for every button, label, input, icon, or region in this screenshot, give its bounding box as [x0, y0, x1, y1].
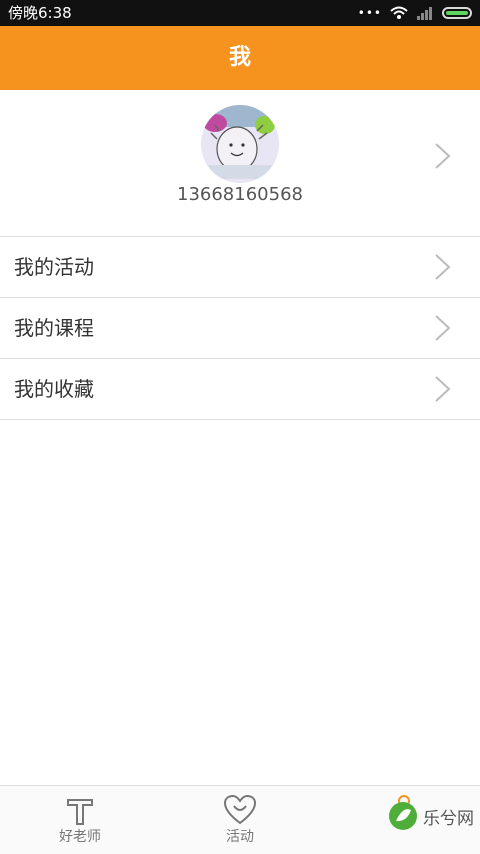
status-bar: 傍晚6:38 •••: [0, 0, 480, 26]
tab-good-teacher[interactable]: 好老师: [0, 786, 160, 854]
menu-list: 我的活动 我的课程 我的收藏: [0, 237, 480, 420]
chevron-right-icon: [435, 143, 451, 169]
avatar[interactable]: [201, 105, 279, 183]
menu-item-label: 我的课程: [14, 316, 94, 340]
status-time: 傍晚6:38: [8, 4, 72, 22]
menu-item-my-activities[interactable]: 我的活动: [0, 237, 480, 298]
profile-row[interactable]: 13668160568: [0, 90, 480, 237]
chevron-right-icon: [435, 376, 451, 402]
avatar-image: [201, 105, 279, 183]
battery-icon: [442, 7, 472, 19]
menu-item-label: 我的活动: [14, 255, 94, 279]
menu-item-label: 我的收藏: [14, 377, 94, 401]
notification-dots-icon: •••: [357, 6, 382, 20]
chevron-right-icon: [435, 254, 451, 280]
heart-icon: [223, 794, 257, 825]
leaf-logo-icon: [389, 802, 417, 830]
bottom-tab-bar: 好老师 活动 乐兮网: [0, 785, 480, 854]
tab-label: 活动: [226, 829, 254, 845]
page-title: 我: [228, 45, 251, 70]
watermark-text: 乐兮网: [423, 808, 474, 829]
chevron-right-icon: [435, 315, 451, 341]
menu-item-my-courses[interactable]: 我的课程: [0, 298, 480, 359]
status-icons: •••: [358, 0, 472, 26]
teacher-icon: [67, 799, 93, 825]
profile-phone: 13668160568: [177, 184, 303, 205]
tab-activities[interactable]: 活动: [160, 786, 320, 854]
tab-label: 好老师: [59, 829, 101, 845]
menu-item-my-favorites[interactable]: 我的收藏: [0, 359, 480, 420]
watermark-logo: 乐兮网: [387, 800, 474, 832]
page-header: 我: [0, 26, 480, 90]
wifi-icon: [390, 6, 408, 19]
signal-icon: [417, 7, 432, 20]
